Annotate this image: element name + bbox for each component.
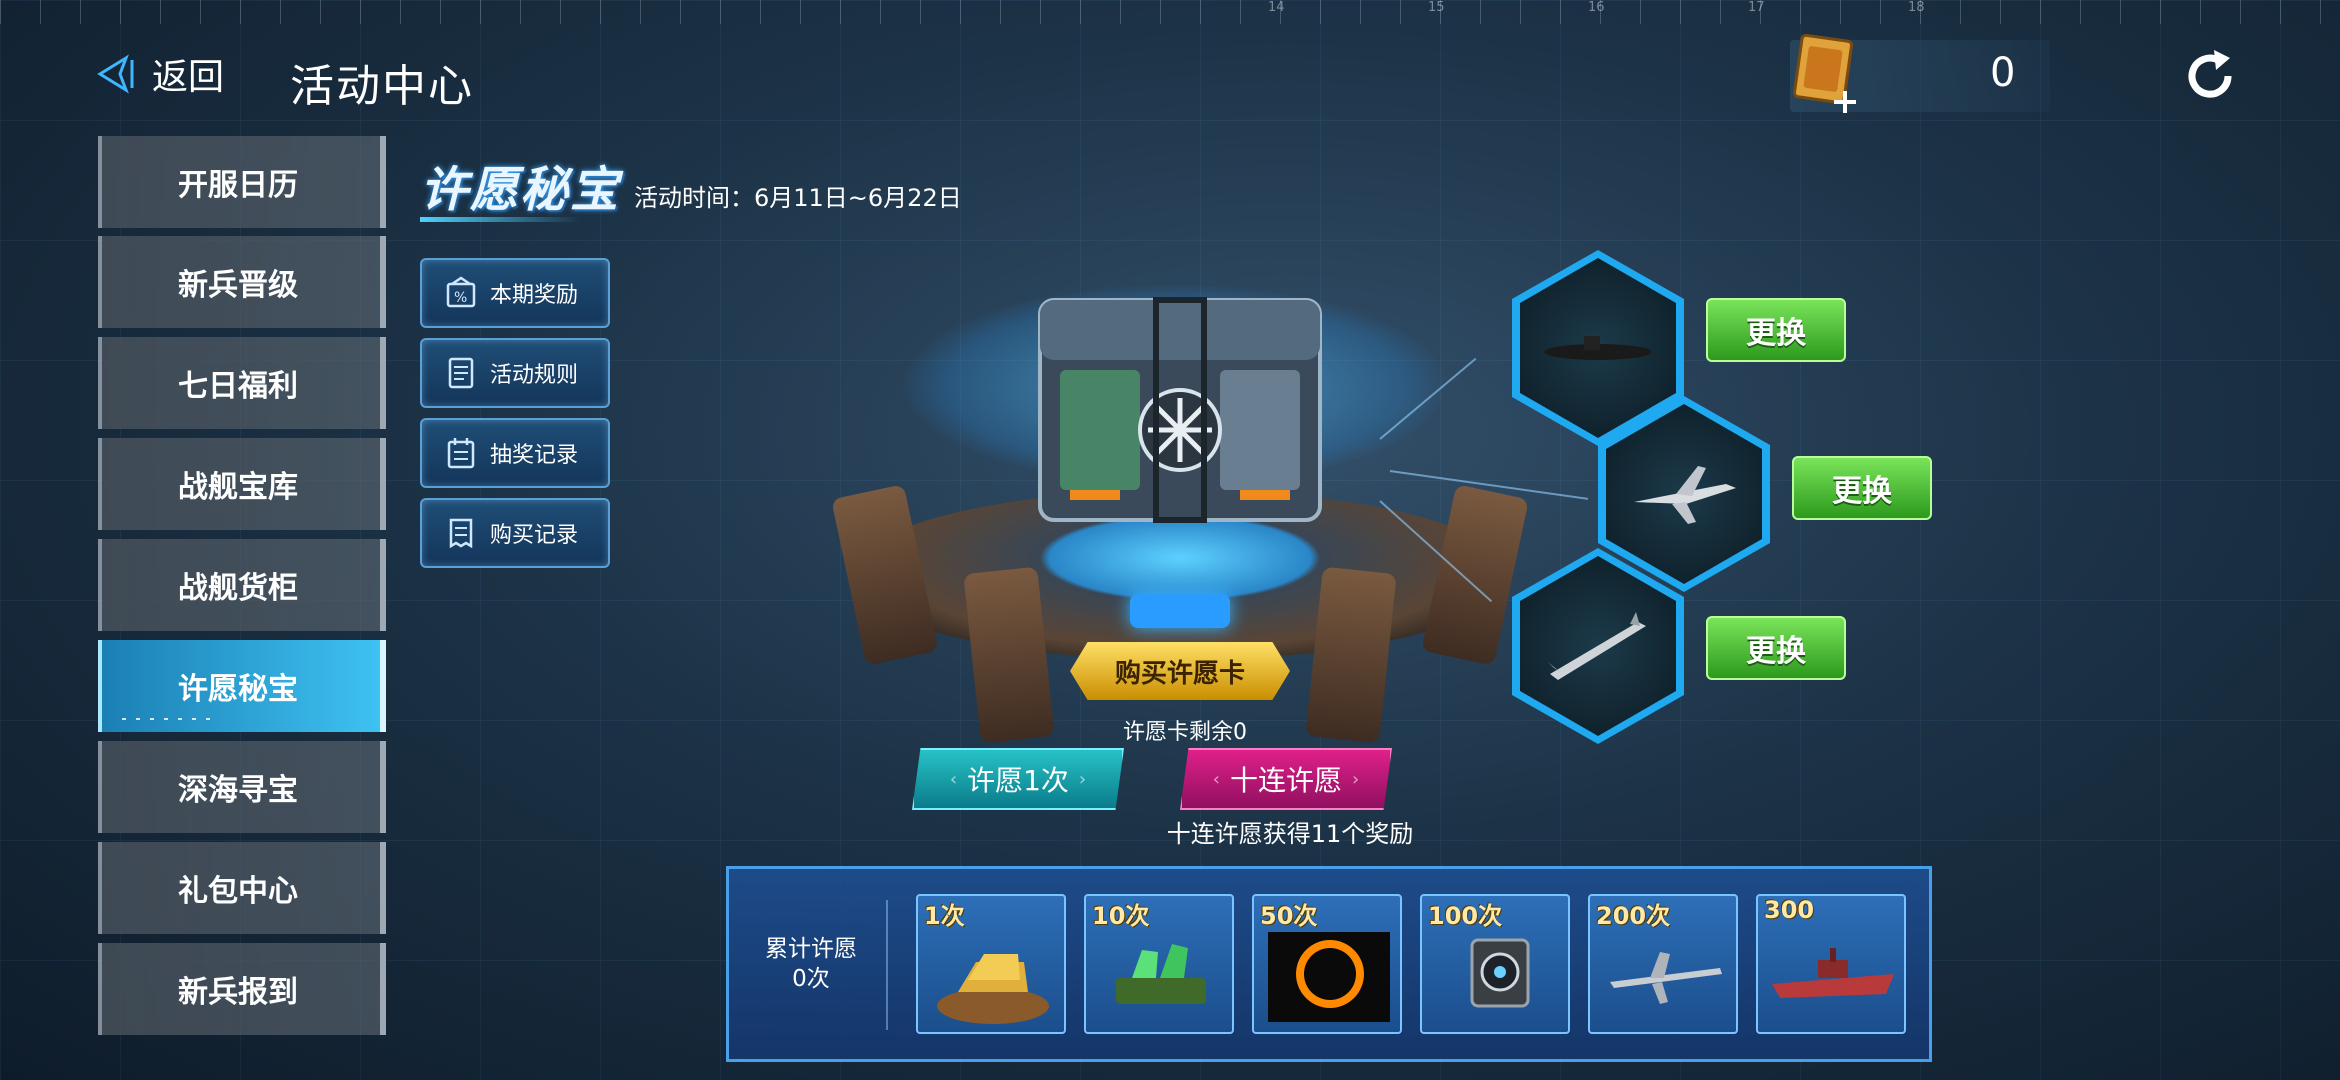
menu-label: 抽奖记录 [490,443,579,468]
sidebar-item-label: 许愿秘宝 [178,672,298,707]
eclipse-flag-icon [1268,932,1390,1022]
sidebar-item-wish-treasure[interactable]: 许愿秘宝 [98,640,386,732]
refresh-icon[interactable] [2180,46,2240,106]
chevron-left-icon: ‹ [949,768,958,790]
drone-aircraft-icon [1610,952,1722,1004]
sidebar-item-label: 礼包中心 [178,874,298,909]
change-slot-1-button[interactable]: 更换 [1706,298,1846,362]
lottery-record-icon [447,438,475,469]
cumulative-label: 累计许愿 [765,936,857,962]
current-rewards-button[interactable]: % 本期奖励 [420,258,610,328]
sidebar-item-label: 新兵报到 [178,975,298,1010]
reward-tier-6[interactable]: 300 [1756,894,1906,1034]
sidebar-item-deep-sea[interactable]: 深海寻宝 [98,741,386,833]
divider [886,900,888,1030]
event-title: 许愿秘宝 [420,150,620,222]
page-title: 活动中心 [290,61,474,112]
sidebar-item-label: 战舰货柜 [178,571,298,606]
chevron-right-icon: › [1352,768,1360,790]
rules-document-icon [448,357,474,389]
wish-card-remaining: 许愿卡剩余0 [1123,720,1247,745]
top-ruler [0,0,2340,24]
reward-percent-icon: % [446,276,476,308]
missile-icon [1548,612,1646,680]
reward-tier-3[interactable]: 50次 [1252,894,1402,1034]
ruler-number: 18 [1908,0,1925,15]
sidebar-item-label: 开服日历 [178,168,298,203]
sidebar-item-recruit-checkin[interactable]: 新兵报到 [98,943,386,1035]
back-arrow-icon [97,54,134,94]
chevron-right-icon: › [1078,768,1087,790]
back-label: 返回 [152,57,225,98]
gold-bars-icon [937,954,1049,1024]
radar-device-icon [1470,938,1530,1008]
sidebar-item-label: 七日福利 [178,369,298,404]
wish-once-label: 许愿1次 [967,764,1069,797]
sidebar-item-warship-container[interactable]: 战舰货柜 [98,539,386,631]
wish-card-icon[interactable] [1790,34,1860,114]
fighter-jet-icon [1634,466,1736,524]
ruler-number: 15 [1428,0,1445,15]
cumulative-wish-count: 累计许愿 0次 [756,934,866,994]
back-button[interactable]: 返回 [96,48,224,100]
pedestal-light [1130,594,1230,628]
lottery-record-button[interactable]: 抽奖记录 [420,418,610,488]
change-slot-2-button[interactable]: 更换 [1792,456,1932,520]
event-time: 活动时间：6月11日~6月22日 [634,184,962,212]
reward-tier-2[interactable]: 10次 [1084,894,1234,1034]
reward-tier-4[interactable]: 100次 [1420,894,1570,1034]
ten-wish-note: 十连许愿获得11个奖励 [1166,820,1414,848]
tier-label: 50次 [1260,902,1318,930]
warship-icon [1772,948,1894,998]
sidebar-item-warship-vault[interactable]: 战舰宝库 [98,438,386,530]
menu-label: 购买记录 [490,523,579,548]
tier-label: 10次 [1092,902,1150,930]
tier-label: 300 [1764,896,1815,924]
wish-slot-3[interactable] [1512,548,1684,744]
menu-label: 本期奖励 [490,283,579,308]
tier-label: 200次 [1596,902,1671,930]
sidebar-item-label: 深海寻宝 [178,773,298,808]
sidebar-item-seven-day[interactable]: 七日福利 [98,337,386,429]
ruler-number: 16 [1588,0,1605,15]
wish-once-button[interactable]: ‹ 许愿1次 › [912,748,1124,810]
sidebar-item-gift-center[interactable]: 礼包中心 [98,842,386,934]
purchase-record-icon [449,518,473,549]
reward-tier-5[interactable]: 200次 [1588,894,1738,1034]
treasure-chest-icon [1038,297,1322,523]
cumulative-count: 0次 [792,966,830,992]
reward-tier-1[interactable]: 1次 [916,894,1066,1034]
sidebar-item-label: 战舰宝库 [178,470,298,505]
change-slot-3-button[interactable]: 更换 [1706,616,1846,680]
wish-ten-label: 十连许愿 [1229,764,1342,797]
ruler-number: 14 [1268,0,1285,15]
event-rules-button[interactable]: 活动规则 [420,338,610,408]
sidebar-item-server-calendar[interactable]: 开服日历 [98,136,386,228]
svg-text:%: % [454,290,467,306]
wish-ten-button[interactable]: ‹ 十连许愿 › [1180,748,1392,810]
submarine-icon [1544,336,1652,360]
green-crystals-icon [1116,944,1206,1004]
buy-wish-card-button[interactable]: 购买许愿卡 [1070,642,1290,700]
currency-value: 0 [1990,50,2016,96]
ruler-number: 17 [1748,0,1765,15]
chevron-left-icon: ‹ [1212,768,1220,790]
menu-label: 活动规则 [490,363,579,388]
tier-label: 100次 [1428,902,1503,930]
sidebar-item-recruit-promotion[interactable]: 新兵晋级 [98,236,386,328]
purchase-record-button[interactable]: 购买记录 [420,498,610,568]
tier-label: 1次 [924,902,965,930]
sidebar-item-label: 新兵晋级 [178,268,298,303]
